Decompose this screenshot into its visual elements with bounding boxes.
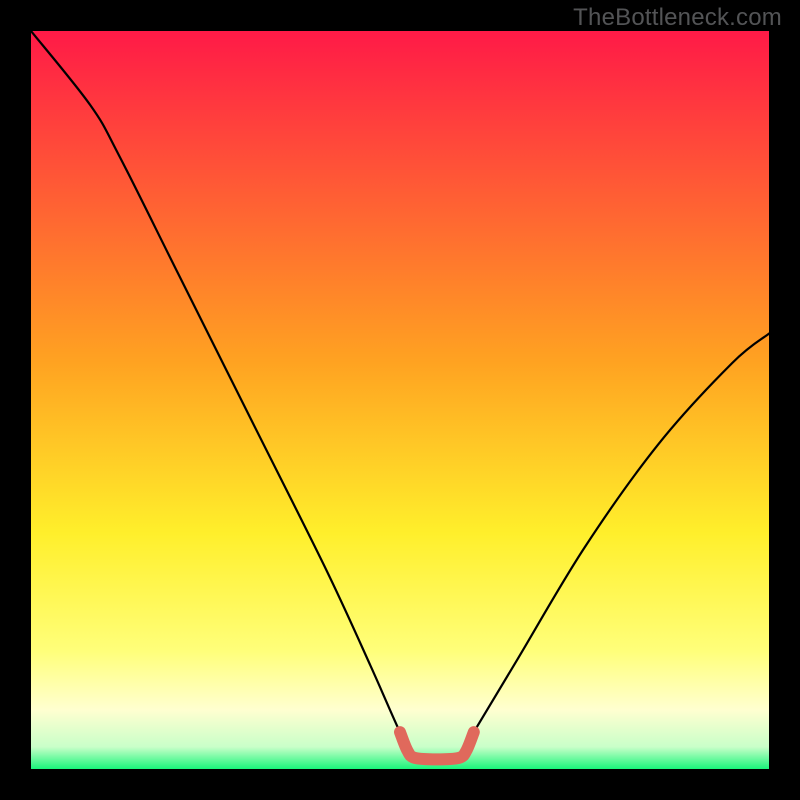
chart-plot-area bbox=[31, 31, 769, 769]
gradient-background bbox=[31, 31, 769, 769]
watermark-text: TheBottleneck.com bbox=[573, 4, 782, 32]
chart-svg bbox=[31, 31, 769, 769]
chart-frame: TheBottleneck.com bbox=[0, 0, 800, 800]
